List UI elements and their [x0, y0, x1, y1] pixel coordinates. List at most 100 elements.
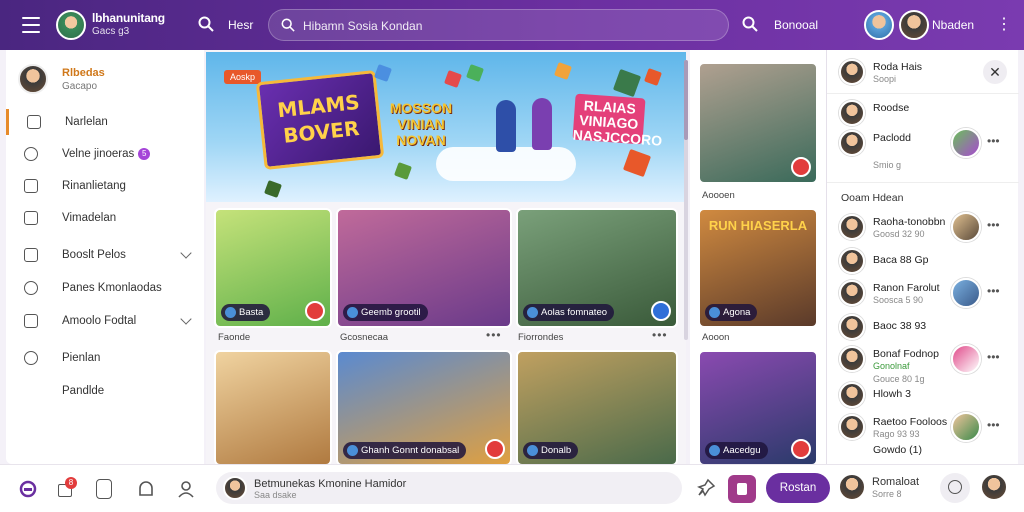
sidebar-item-home[interactable]: Narlelan	[6, 109, 204, 135]
more-icon[interactable]: •••	[987, 418, 1000, 432]
thumbnail[interactable]	[951, 344, 981, 374]
search-input[interactable]	[303, 16, 703, 36]
gift-icon[interactable]: 8	[56, 477, 77, 499]
user-avatar[interactable]	[899, 10, 929, 40]
scrollbar-thumb[interactable]	[684, 60, 688, 140]
play-icon[interactable]	[651, 301, 671, 321]
sidebar-item-posts[interactable]: Booslt Pelos	[6, 242, 204, 268]
video-card[interactable]: Geemb grootil	[336, 208, 512, 328]
search-bar[interactable]	[268, 9, 729, 41]
list-item[interactable]: Gowdo (1)	[827, 442, 1019, 464]
scrollbar[interactable]	[684, 60, 688, 340]
more-icon[interactable]: ⋮	[996, 16, 1012, 34]
brand-title: lbhanunitang	[92, 11, 165, 25]
notification-badge: 8	[65, 477, 77, 489]
chevron-down-icon[interactable]	[180, 313, 192, 325]
top-link[interactable]: Hesr	[228, 18, 253, 32]
list-item[interactable]: Roodse	[827, 96, 1019, 130]
thumbnail[interactable]	[951, 412, 981, 442]
video-card[interactable]: Aacedgu	[698, 350, 818, 466]
pin-icon[interactable]	[696, 478, 716, 498]
sidebar-item-label: Velne jinoeras 5	[62, 147, 151, 160]
post-button[interactable]: Rostan	[766, 473, 830, 503]
sidebar-item-label: Booslt Pelos	[62, 249, 126, 261]
sidebar-item-label: Panes Kmonlaodas	[62, 282, 162, 294]
play-icon[interactable]	[485, 439, 505, 459]
list-item[interactable]: Baca 88 Gp	[827, 244, 1019, 278]
chevron-down-icon[interactable]	[180, 247, 192, 259]
sidebar-item-buildings[interactable]: Rinanlietang	[6, 173, 204, 199]
sidebar-item-label: Vimadelan	[62, 212, 117, 224]
avatar	[839, 130, 865, 156]
contact-sub: Gowdo (1)	[873, 444, 923, 456]
list-item[interactable]: Raetoo Fooloos Rago 93 93 •••	[827, 410, 1019, 444]
more-icon[interactable]: •••	[987, 284, 1000, 298]
divider	[827, 182, 1019, 183]
profile-icon[interactable]	[176, 479, 196, 499]
clock-button[interactable]	[940, 473, 970, 503]
video-card[interactable]: RUN HIASERLA Agona	[698, 208, 818, 328]
thumbnail[interactable]	[951, 212, 981, 242]
play-icon[interactable]	[791, 157, 811, 177]
thumbnail[interactable]	[951, 128, 981, 158]
card-caption: Gcosnecaa	[340, 332, 389, 343]
more-icon[interactable]: •••	[987, 134, 1000, 148]
video-card[interactable]: Donalb	[516, 350, 678, 464]
sidebar-item-more[interactable]: Pandlde	[6, 378, 204, 404]
video-card[interactable]: Ghanh Gonnt donabsal	[336, 350, 512, 464]
contact-name: Roda Hais	[873, 61, 923, 73]
sidebar-item-search[interactable]: Velne jinoeras 5	[6, 141, 204, 167]
sidebar-item-history[interactable]: Panes Kmonlaodas	[6, 275, 204, 301]
avatar[interactable]	[838, 473, 866, 501]
notifications-link[interactable]: Bonooal	[774, 18, 818, 32]
composer[interactable]: Betmunekas Kmonine Hamidor Saa dsake	[216, 472, 682, 504]
contact-name: Bonaf Fodnop	[873, 348, 939, 360]
sticker-button[interactable]	[728, 475, 756, 503]
card-tag: Agona	[705, 304, 758, 321]
list-item[interactable]: Hlowh 3	[827, 378, 1019, 412]
search-icon[interactable]	[742, 16, 758, 32]
app-home-icon[interactable]	[18, 479, 38, 499]
list-item[interactable]: Raoha-tonobbn Goosd 32 90 •••	[827, 210, 1019, 244]
more-icon[interactable]: •••	[652, 328, 668, 342]
hero-banner[interactable]: Aoskp MLAMS BOVER MOSSON VINIAN NOVAN RL…	[206, 52, 686, 202]
avatar	[839, 100, 865, 126]
count-badge: 5	[138, 147, 151, 160]
card-tag: Aolas fomnateo	[523, 304, 615, 321]
contact-sub: Goosd 32 90	[873, 229, 925, 239]
sidebar-item-people[interactable]: Pienlan	[6, 345, 204, 371]
more-icon[interactable]: •••	[987, 350, 1000, 364]
user-name[interactable]: Nbaden	[932, 18, 974, 32]
feature-column: Aoooen RUN HIASERLA Agona Aooon Aacedgu	[690, 50, 826, 466]
play-icon[interactable]	[791, 439, 811, 459]
menu-icon[interactable]	[22, 17, 40, 33]
bell-icon[interactable]	[136, 479, 156, 499]
avatar[interactable]	[980, 473, 1008, 501]
brand-subtitle: Gacs g3	[92, 26, 130, 37]
sidebar-item-chat[interactable]: Vimadelan	[6, 205, 204, 231]
game-piece	[264, 180, 282, 198]
list-item[interactable]: Paclodd Smio g •••	[827, 126, 1019, 170]
contact-name: Raetoo Fooloos	[873, 416, 948, 428]
bottom-user[interactable]: Romaloat Sorre 8	[872, 476, 919, 500]
search-icon[interactable]	[198, 16, 214, 32]
list-item[interactable]: Baoc 38 93	[827, 310, 1019, 344]
video-card[interactable]	[214, 350, 332, 464]
video-card[interactable]	[698, 62, 818, 184]
friend-avatar[interactable]	[864, 10, 894, 40]
tablet-icon[interactable]	[96, 479, 112, 499]
video-card[interactable]: Aolas fomnateo	[516, 208, 678, 328]
more-icon[interactable]: •••	[987, 218, 1000, 232]
play-icon[interactable]	[305, 301, 325, 321]
list-item[interactable]: Bonaf Fodnop Gonolnaf Gouce 80 1g •••	[827, 342, 1019, 384]
sidebar-item-events[interactable]: Amoolo Fodtal	[6, 308, 204, 334]
app-logo[interactable]	[56, 10, 86, 40]
video-card[interactable]: Basta	[214, 208, 332, 328]
composer-sub: Saa dsake	[254, 490, 297, 500]
list-item[interactable]: Ranon Farolut Soosca 5 90 •••	[827, 276, 1019, 310]
bottom-user-sub: Sorre 8	[872, 489, 902, 499]
thumbnail[interactable]	[951, 278, 981, 308]
more-icon[interactable]: •••	[486, 328, 502, 342]
sidebar-item-label: Rinanlietang	[62, 180, 126, 192]
close-icon[interactable]: ✕	[983, 60, 1007, 84]
